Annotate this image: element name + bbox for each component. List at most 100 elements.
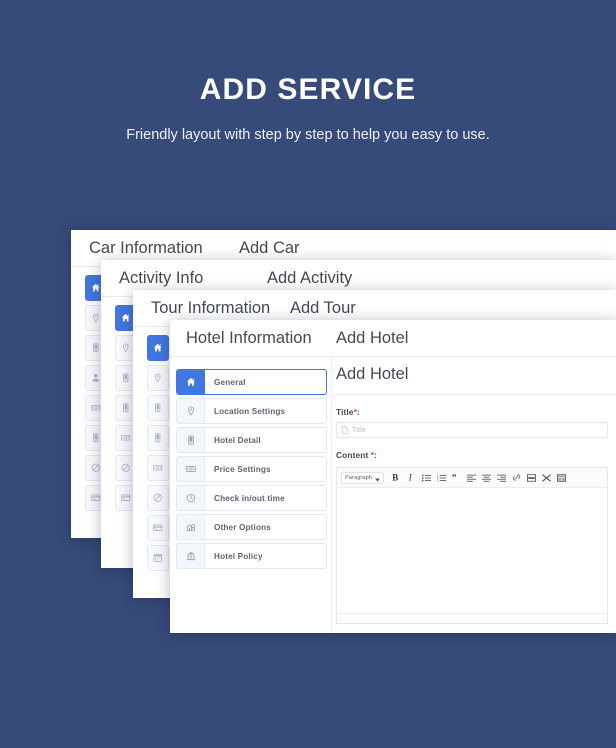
money-icon: [91, 403, 101, 413]
hotel-menu-item-label: Hotel Detail: [205, 428, 326, 452]
align-center-icon[interactable]: [480, 471, 492, 485]
money-icon: [177, 457, 205, 481]
insert-table-icon[interactable]: [525, 471, 537, 485]
panel-car-action-title: Add Car: [239, 239, 300, 258]
content-field-label-text: Content: [336, 450, 368, 460]
home-icon: [153, 343, 163, 353]
panel-hotel-information[interactable]: Hotel Information Add Hotel GeneralLocat…: [170, 320, 616, 633]
hotel-menu-item-location-settings[interactable]: Location Settings: [176, 398, 327, 424]
location-pin-icon: [121, 343, 131, 353]
editor-toolbar[interactable]: Paragraph B I: [337, 468, 607, 488]
hotel-settings-menu[interactable]: General Location Settings Hotel Detail Pric…: [176, 369, 327, 572]
panel-hotel-action-title: Add Hotel: [336, 329, 408, 348]
bullet-list-icon[interactable]: [420, 471, 432, 485]
calendar-icon: [153, 553, 163, 563]
location-pin-icon: [177, 399, 205, 423]
content-rich-text-editor[interactable]: Paragraph B I: [336, 467, 608, 624]
link-icon[interactable]: [510, 471, 522, 485]
content-label-colon: :: [374, 450, 377, 460]
location-pin-icon: [121, 343, 131, 353]
title-input-placeholder: Title: [352, 427, 366, 434]
panel-tour-action-title: Add Tour: [290, 299, 356, 318]
bank-icon: [177, 544, 205, 568]
editor-content-area[interactable]: [337, 488, 607, 613]
rail-item-book[interactable]: [147, 425, 169, 451]
credit-card-icon: [91, 493, 101, 503]
credit-card-icon: [153, 523, 163, 533]
hotel-menu-item-check-in-out-time[interactable]: Check in/out time: [176, 485, 327, 511]
title-input[interactable]: Title: [336, 422, 608, 438]
book-icon: [121, 403, 131, 413]
credit-card-icon: [121, 493, 131, 503]
panel-column-divider: [331, 357, 332, 633]
rail-item-money[interactable]: [147, 455, 169, 481]
book-icon: [186, 435, 196, 445]
title-label-colon: :: [357, 407, 360, 417]
money-icon: [186, 464, 196, 474]
book-icon: [121, 373, 131, 383]
hotel-menu-item-other-options[interactable]: Other Options: [176, 514, 327, 540]
location-pin-icon: [153, 373, 163, 383]
panel-car-title: Car Information: [89, 239, 203, 258]
ban-icon: [153, 493, 163, 503]
book-icon: [121, 403, 131, 413]
money-icon: [153, 463, 163, 473]
book-icon: [91, 433, 101, 443]
clock-icon: [177, 486, 205, 510]
book-icon: [153, 403, 163, 413]
hotel-menu-item-price-settings[interactable]: Price Settings: [176, 456, 327, 482]
hotel-menu-item-label: Other Options: [205, 515, 326, 539]
book-icon: [153, 403, 163, 413]
document-icon: [342, 421, 348, 439]
align-right-icon[interactable]: [495, 471, 507, 485]
ban-icon: [91, 463, 101, 473]
bold-icon[interactable]: B: [390, 471, 402, 485]
panel-tour-title: Tour Information: [151, 299, 270, 318]
location-pin-icon: [91, 313, 101, 323]
align-left-icon[interactable]: [465, 471, 477, 485]
blockquote-icon[interactable]: “: [450, 471, 462, 485]
svg-text:“: “: [452, 474, 457, 482]
rail-item-book[interactable]: [147, 395, 169, 421]
amenities-icon: [186, 522, 196, 532]
clock-icon: [186, 493, 196, 503]
italic-icon[interactable]: I: [405, 471, 417, 485]
person-icon: [91, 373, 101, 383]
money-icon: [121, 433, 131, 443]
ban-icon: [153, 493, 163, 503]
hotel-menu-item-label: Price Settings: [205, 457, 326, 481]
location-pin-icon: [91, 313, 101, 323]
hotel-menu-item-hotel-policy[interactable]: Hotel Policy: [176, 543, 327, 569]
calendar-icon: [153, 553, 163, 563]
home-icon: [186, 377, 196, 387]
book-icon: [121, 373, 131, 383]
home-icon: [121, 313, 131, 323]
editor-status-bar: [337, 613, 607, 623]
book-icon: [177, 428, 205, 452]
page-title: ADD SERVICE: [0, 72, 616, 108]
book-icon: [153, 433, 163, 443]
location-pin-icon: [186, 406, 196, 416]
rail-item-credit-card[interactable]: [147, 515, 169, 541]
format-select[interactable]: Paragraph: [341, 472, 384, 484]
panel-tour-icon-rail[interactable]: [147, 335, 169, 575]
svg-text:3: 3: [437, 478, 439, 481]
rail-item-ban[interactable]: [147, 485, 169, 511]
home-icon: [91, 283, 101, 293]
home-icon: [121, 313, 131, 323]
hotel-menu-item-hotel-detail[interactable]: Hotel Detail: [176, 427, 327, 453]
unlink-icon[interactable]: [540, 471, 552, 485]
bank-icon: [186, 551, 196, 561]
source-code-icon[interactable]: [555, 471, 567, 485]
rail-item-calendar[interactable]: [147, 545, 169, 571]
hotel-menu-item-label: General: [205, 370, 326, 394]
ban-icon: [121, 463, 131, 473]
home-icon: [177, 370, 205, 394]
rail-item-home[interactable]: [147, 335, 169, 361]
rail-item-location-pin[interactable]: [147, 365, 169, 391]
money-icon: [121, 433, 131, 443]
ban-icon: [121, 463, 131, 473]
format-select-value: Paragraph: [345, 475, 372, 481]
numbered-list-icon[interactable]: 1 2 3: [435, 471, 447, 485]
hotel-menu-item-general[interactable]: General: [176, 369, 327, 395]
